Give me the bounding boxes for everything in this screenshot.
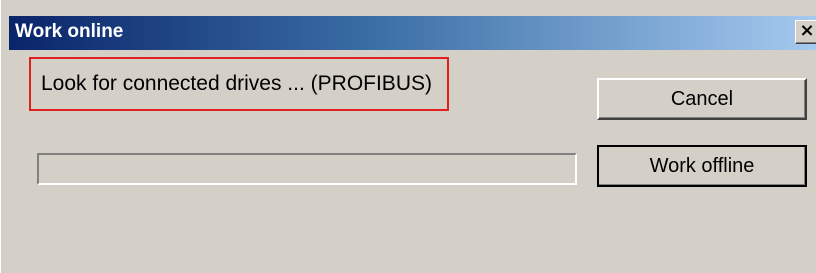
progress-bar: [37, 153, 577, 185]
title-bar[interactable]: Work online ×: [9, 16, 816, 50]
close-button[interactable]: ×: [795, 20, 816, 44]
work-offline-button[interactable]: Work offline: [597, 145, 807, 187]
status-message: Look for connected drives ... (PROFIBUS): [41, 72, 432, 95]
close-icon: ×: [799, 20, 815, 41]
cancel-button[interactable]: Cancel: [597, 78, 807, 120]
status-message-highlight: Look for connected drives ... (PROFIBUS): [29, 57, 449, 111]
window-title: Work online: [15, 21, 124, 42]
work-online-dialog: Work online × Look for connected drives …: [0, 0, 816, 273]
